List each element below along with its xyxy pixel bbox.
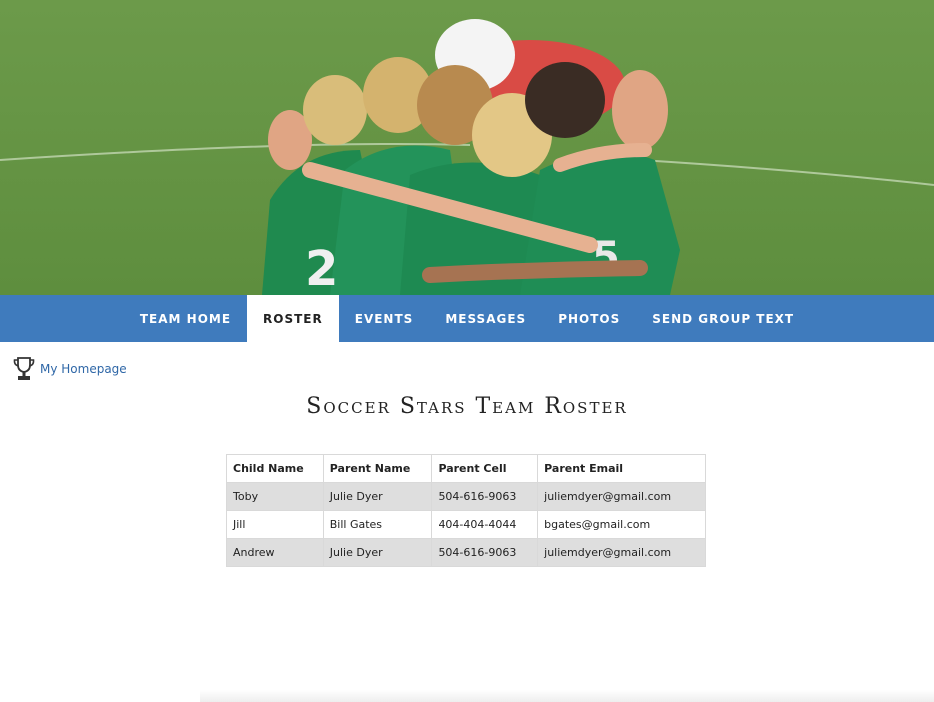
header-child-name: Child Name — [226, 454, 324, 483]
svg-text:2: 2 — [305, 241, 338, 295]
page-title: Soccer Stars Team Roster — [306, 394, 628, 419]
table-row: Andrew Julie Dyer 504-616-9063 juliemdye… — [226, 538, 706, 567]
team-huddle-photo: 2 5 — [0, 0, 934, 295]
table-header-row: Child Name Parent Name Parent Cell Paren… — [226, 454, 706, 483]
cell-parent-name: Bill Gates — [322, 510, 433, 539]
footer-shadow — [200, 690, 934, 702]
nav-messages[interactable]: MESSAGES — [429, 295, 542, 342]
cell-parent-email: juliemdyer@gmail.com — [537, 482, 706, 511]
main-nav: TEAM HOME ROSTER EVENTS MESSAGES PHOTOS … — [0, 295, 934, 342]
nav-photos[interactable]: PHOTOS — [542, 295, 636, 342]
cell-child-name: Jill — [226, 510, 324, 539]
trophy-icon — [13, 357, 35, 380]
table-row: Jill Bill Gates 404-404-4044 bgates@gmai… — [226, 510, 706, 539]
nav-roster[interactable]: ROSTER — [247, 295, 339, 342]
cell-parent-email: juliemdyer@gmail.com — [537, 538, 706, 567]
roster-table: Child Name Parent Name Parent Cell Paren… — [226, 454, 706, 567]
cell-parent-name: Julie Dyer — [322, 538, 433, 567]
nav-team-home[interactable]: TEAM HOME — [124, 295, 247, 342]
cell-child-name: Andrew — [226, 538, 324, 567]
header-parent-email: Parent Email — [537, 454, 706, 483]
table-row: Toby Julie Dyer 504-616-9063 juliemdyer@… — [226, 482, 706, 511]
hero-image: 2 5 — [0, 0, 934, 295]
my-homepage-label: My Homepage — [40, 362, 127, 376]
cell-child-name: Toby — [226, 482, 324, 511]
nav-events[interactable]: EVENTS — [339, 295, 430, 342]
cell-parent-email: bgates@gmail.com — [537, 510, 706, 539]
nav-send-group-text[interactable]: SEND GROUP TEXT — [636, 295, 810, 342]
cell-parent-cell: 404-404-4044 — [431, 510, 539, 539]
cell-parent-cell: 504-616-9063 — [431, 538, 539, 567]
header-parent-name: Parent Name — [322, 454, 433, 483]
header-parent-cell: Parent Cell — [431, 454, 539, 483]
my-homepage-link[interactable]: My Homepage — [13, 356, 127, 382]
cell-parent-cell: 504-616-9063 — [431, 482, 539, 511]
cell-parent-name: Julie Dyer — [322, 482, 433, 511]
